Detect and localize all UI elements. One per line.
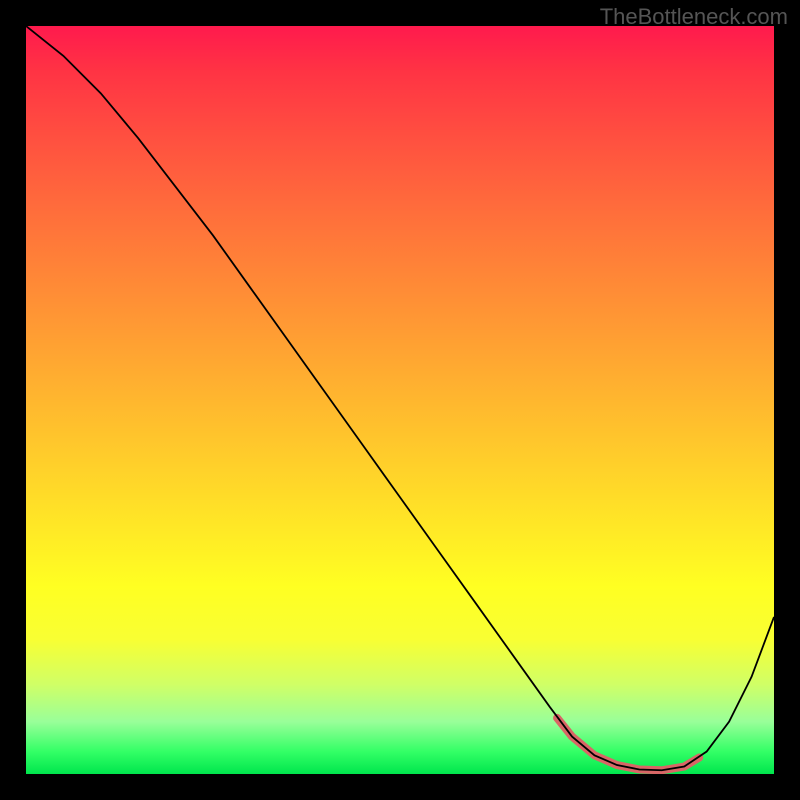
optimal-range-line (557, 718, 699, 770)
bottleneck-curve-line (26, 26, 774, 770)
chart-container (26, 26, 774, 774)
chart-svg (26, 26, 774, 774)
